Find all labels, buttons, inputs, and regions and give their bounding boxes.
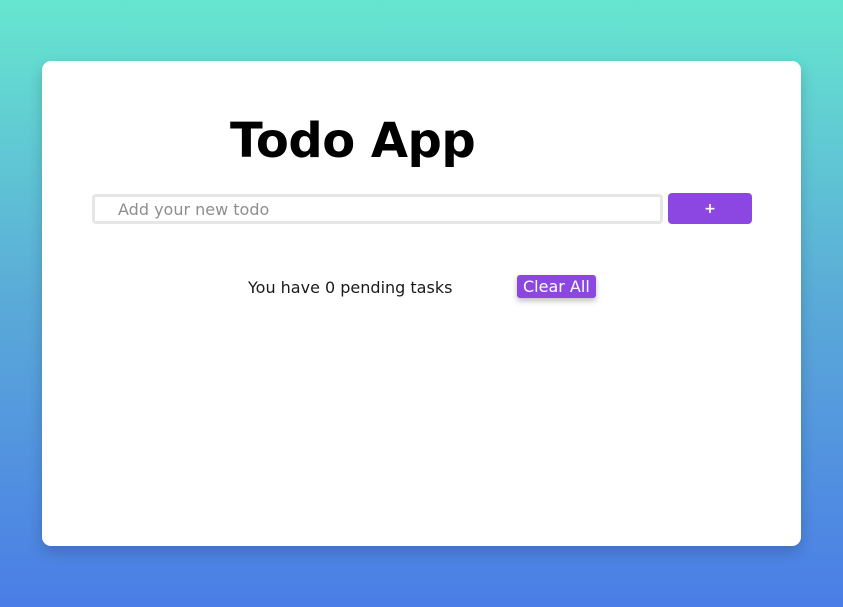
add-todo-button[interactable]: + bbox=[668, 193, 752, 224]
pending-tasks-count: You have 0 pending tasks bbox=[248, 278, 453, 297]
clear-all-button[interactable]: Clear All bbox=[517, 275, 596, 298]
todo-card: Todo App + You have 0 pending tasks Clea… bbox=[42, 61, 801, 546]
app-title: Todo App bbox=[230, 113, 476, 169]
new-todo-input[interactable] bbox=[92, 194, 663, 224]
